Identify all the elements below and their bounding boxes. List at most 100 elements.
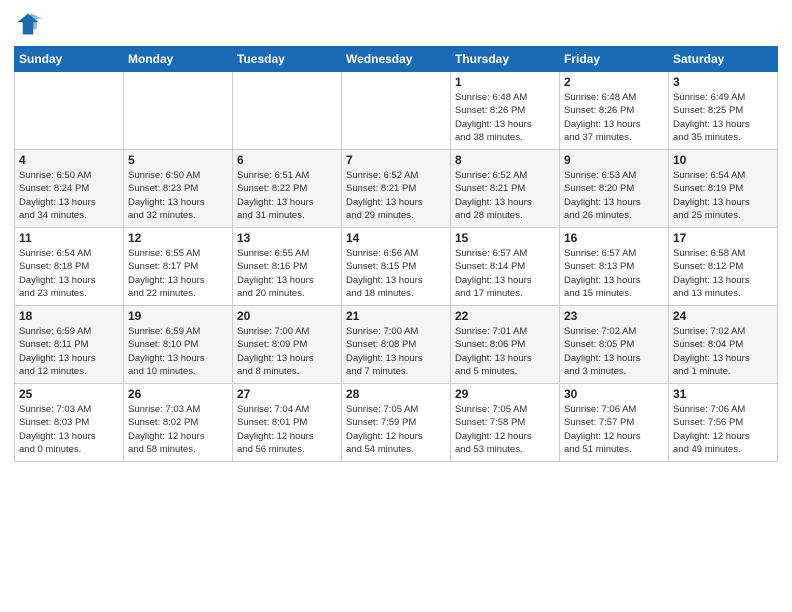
day-info: Sunrise: 7:06 AM Sunset: 7:56 PM Dayligh… — [673, 403, 773, 456]
day-number: 17 — [673, 231, 773, 245]
day-cell — [124, 72, 233, 150]
day-number: 28 — [346, 387, 446, 401]
page: SundayMondayTuesdayWednesdayThursdayFrid… — [0, 0, 792, 612]
day-cell: 29 Sunrise: 7:05 AM Sunset: 7:58 PM Dayli… — [451, 384, 560, 462]
logo — [14, 10, 46, 38]
day-cell: 8 Sunrise: 6:52 AM Sunset: 8:21 PM Daylig… — [451, 150, 560, 228]
day-info: Sunrise: 7:01 AM Sunset: 8:06 PM Dayligh… — [455, 325, 555, 378]
day-number: 19 — [128, 309, 228, 323]
day-info: Sunrise: 6:56 AM Sunset: 8:15 PM Dayligh… — [346, 247, 446, 300]
day-number: 11 — [19, 231, 119, 245]
day-info: Sunrise: 7:05 AM Sunset: 7:58 PM Dayligh… — [455, 403, 555, 456]
day-cell: 21 Sunrise: 7:00 AM Sunset: 8:08 PM Dayli… — [342, 306, 451, 384]
day-cell: 13 Sunrise: 6:55 AM Sunset: 8:16 PM Dayli… — [233, 228, 342, 306]
day-cell: 7 Sunrise: 6:52 AM Sunset: 8:21 PM Daylig… — [342, 150, 451, 228]
day-info: Sunrise: 6:59 AM Sunset: 8:10 PM Dayligh… — [128, 325, 228, 378]
day-number: 8 — [455, 153, 555, 167]
day-number: 31 — [673, 387, 773, 401]
day-number: 4 — [19, 153, 119, 167]
day-number: 3 — [673, 75, 773, 89]
col-header-monday: Monday — [124, 47, 233, 72]
day-info: Sunrise: 6:52 AM Sunset: 8:21 PM Dayligh… — [346, 169, 446, 222]
day-number: 6 — [237, 153, 337, 167]
day-number: 12 — [128, 231, 228, 245]
day-info: Sunrise: 6:57 AM Sunset: 8:13 PM Dayligh… — [564, 247, 664, 300]
day-cell: 17 Sunrise: 6:58 AM Sunset: 8:12 PM Dayli… — [669, 228, 778, 306]
col-header-friday: Friday — [560, 47, 669, 72]
col-header-sunday: Sunday — [15, 47, 124, 72]
day-info: Sunrise: 6:59 AM Sunset: 8:11 PM Dayligh… — [19, 325, 119, 378]
header — [14, 10, 778, 38]
day-info: Sunrise: 6:55 AM Sunset: 8:16 PM Dayligh… — [237, 247, 337, 300]
day-number: 21 — [346, 309, 446, 323]
calendar-body: 1 Sunrise: 6:48 AM Sunset: 8:26 PM Daylig… — [15, 72, 778, 462]
day-cell: 9Sunrise: 6:53 AM Sunset: 8:20 PM Daylig… — [560, 150, 669, 228]
col-header-tuesday: Tuesday — [233, 47, 342, 72]
day-number: 18 — [19, 309, 119, 323]
day-cell: 12 Sunrise: 6:55 AM Sunset: 8:17 PM Dayli… — [124, 228, 233, 306]
day-cell: 1 Sunrise: 6:48 AM Sunset: 8:26 PM Daylig… — [451, 72, 560, 150]
day-info: Sunrise: 7:02 AM Sunset: 8:05 PM Dayligh… — [564, 325, 664, 378]
day-info: Sunrise: 6:58 AM Sunset: 8:12 PM Dayligh… — [673, 247, 773, 300]
day-cell: 5 Sunrise: 6:50 AM Sunset: 8:23 PM Daylig… — [124, 150, 233, 228]
day-number: 22 — [455, 309, 555, 323]
day-cell: 6 Sunrise: 6:51 AM Sunset: 8:22 PM Daylig… — [233, 150, 342, 228]
day-number: 30 — [564, 387, 664, 401]
day-info: Sunrise: 6:50 AM Sunset: 8:23 PM Dayligh… — [128, 169, 228, 222]
day-number: 10 — [673, 153, 773, 167]
day-info: Sunrise: 7:00 AM Sunset: 8:08 PM Dayligh… — [346, 325, 446, 378]
day-info: Sunrise: 6:57 AM Sunset: 8:14 PM Dayligh… — [455, 247, 555, 300]
day-info: Sunrise: 7:04 AM Sunset: 8:01 PM Dayligh… — [237, 403, 337, 456]
col-header-wednesday: Wednesday — [342, 47, 451, 72]
day-cell: 2 Sunrise: 6:48 AM Sunset: 8:26 PM Daylig… — [560, 72, 669, 150]
day-info: Sunrise: 6:55 AM Sunset: 8:17 PM Dayligh… — [128, 247, 228, 300]
day-cell: 31 Sunrise: 7:06 AM Sunset: 7:56 PM Dayli… — [669, 384, 778, 462]
week-row-4: 25Sunrise: 7:03 AM Sunset: 8:03 PM Dayli… — [15, 384, 778, 462]
day-info: Sunrise: 6:52 AM Sunset: 8:21 PM Dayligh… — [455, 169, 555, 222]
day-info: Sunrise: 6:54 AM Sunset: 8:18 PM Dayligh… — [19, 247, 119, 300]
day-cell: 11 Sunrise: 6:54 AM Sunset: 8:18 PM Dayli… — [15, 228, 124, 306]
logo-icon — [14, 10, 42, 38]
day-number: 2 — [564, 75, 664, 89]
calendar: SundayMondayTuesdayWednesdayThursdayFrid… — [14, 46, 778, 462]
week-row-1: 4 Sunrise: 6:50 AM Sunset: 8:24 PM Daylig… — [15, 150, 778, 228]
day-number: 25 — [19, 387, 119, 401]
day-cell: 14Sunrise: 6:56 AM Sunset: 8:15 PM Dayli… — [342, 228, 451, 306]
day-number: 1 — [455, 75, 555, 89]
day-info: Sunrise: 6:48 AM Sunset: 8:26 PM Dayligh… — [564, 91, 664, 144]
day-info: Sunrise: 6:54 AM Sunset: 8:19 PM Dayligh… — [673, 169, 773, 222]
day-cell — [233, 72, 342, 150]
day-number: 27 — [237, 387, 337, 401]
day-cell: 19 Sunrise: 6:59 AM Sunset: 8:10 PM Dayli… — [124, 306, 233, 384]
calendar-header: SundayMondayTuesdayWednesdayThursdayFrid… — [15, 47, 778, 72]
day-cell: 3 Sunrise: 6:49 AM Sunset: 8:25 PM Daylig… — [669, 72, 778, 150]
day-cell: 15Sunrise: 6:57 AM Sunset: 8:14 PM Dayli… — [451, 228, 560, 306]
day-cell — [15, 72, 124, 150]
day-cell: 25Sunrise: 7:03 AM Sunset: 8:03 PM Dayli… — [15, 384, 124, 462]
day-cell: 20Sunrise: 7:00 AM Sunset: 8:09 PM Dayli… — [233, 306, 342, 384]
day-cell: 4 Sunrise: 6:50 AM Sunset: 8:24 PM Daylig… — [15, 150, 124, 228]
day-cell: 23Sunrise: 7:02 AM Sunset: 8:05 PM Dayli… — [560, 306, 669, 384]
day-number: 13 — [237, 231, 337, 245]
day-cell: 10 Sunrise: 6:54 AM Sunset: 8:19 PM Dayli… — [669, 150, 778, 228]
day-info: Sunrise: 7:03 AM Sunset: 8:02 PM Dayligh… — [128, 403, 228, 456]
col-header-thursday: Thursday — [451, 47, 560, 72]
day-number: 29 — [455, 387, 555, 401]
day-number: 7 — [346, 153, 446, 167]
day-info: Sunrise: 6:51 AM Sunset: 8:22 PM Dayligh… — [237, 169, 337, 222]
day-info: Sunrise: 6:49 AM Sunset: 8:25 PM Dayligh… — [673, 91, 773, 144]
day-info: Sunrise: 6:50 AM Sunset: 8:24 PM Dayligh… — [19, 169, 119, 222]
day-info: Sunrise: 7:06 AM Sunset: 7:57 PM Dayligh… — [564, 403, 664, 456]
day-cell: 28 Sunrise: 7:05 AM Sunset: 7:59 PM Dayli… — [342, 384, 451, 462]
day-cell: 26Sunrise: 7:03 AM Sunset: 8:02 PM Dayli… — [124, 384, 233, 462]
week-row-2: 11 Sunrise: 6:54 AM Sunset: 8:18 PM Dayli… — [15, 228, 778, 306]
day-cell: 27 Sunrise: 7:04 AM Sunset: 8:01 PM Dayli… — [233, 384, 342, 462]
day-number: 24 — [673, 309, 773, 323]
day-number: 5 — [128, 153, 228, 167]
day-info: Sunrise: 7:05 AM Sunset: 7:59 PM Dayligh… — [346, 403, 446, 456]
day-cell — [342, 72, 451, 150]
day-number: 16 — [564, 231, 664, 245]
col-header-saturday: Saturday — [669, 47, 778, 72]
day-cell: 18 Sunrise: 6:59 AM Sunset: 8:11 PM Dayli… — [15, 306, 124, 384]
day-info: Sunrise: 6:48 AM Sunset: 8:26 PM Dayligh… — [455, 91, 555, 144]
